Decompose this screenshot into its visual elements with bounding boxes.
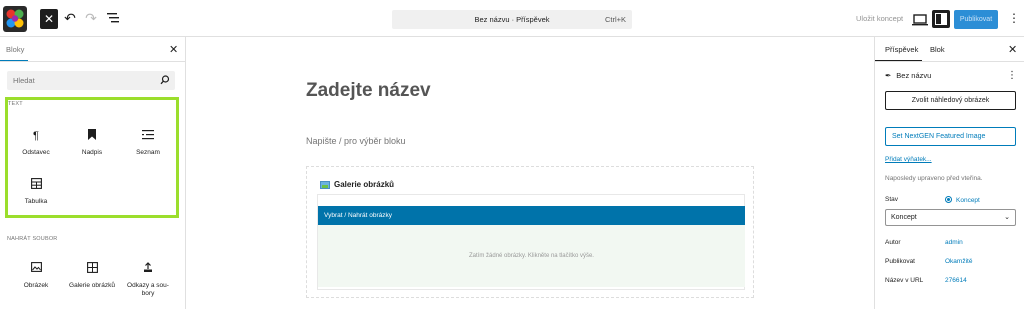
block-placeholder[interactable]: Napište / pro výběr bloku [306,136,406,146]
category-label-media: NAHRÁT SOUBOR [7,236,58,242]
paragraph-icon: ¶ [33,130,39,142]
select-upload-images-button[interactable]: Vybrat / Nahrát obrázky [318,206,745,225]
gallery-block[interactable]: Galerie obrázků Vybrat / Nahrát obrázky … [306,166,754,298]
divider [875,61,1024,62]
redo-icon[interactable]: ↷ [83,10,99,26]
block-file[interactable]: Odkazy a sou-bory [123,262,173,298]
last-edited-text: Naposledy upraveno před vteřina. [885,175,983,182]
more-options-icon[interactable]: ⋮ [1007,70,1017,81]
block-label: Seznam [136,149,160,156]
close-icon[interactable]: ✕ [1008,43,1017,56]
command-title: Bez názvu · Příspěvek [474,15,550,24]
nextgen-featured-image-button[interactable]: Set NextGEN Featured Image [885,127,1016,146]
draft-status-icon [945,196,952,203]
block-table[interactable]: Tabulka [11,178,61,206]
block-label: Nadpis [81,149,103,156]
block-label: Odkazy a sou-bory [127,282,169,297]
gallery-image-icon [320,180,330,189]
table-icon [11,178,61,192]
search-input[interactable]: Hledat [7,71,175,90]
block-image[interactable]: Obrázek [11,262,61,290]
tab-block[interactable]: Blok [930,45,945,54]
save-draft-button[interactable]: Uložit koncept [856,14,903,23]
gallery-block-title: Galerie obrázků [320,180,394,189]
block-label: Obrázek [23,282,49,289]
tab-blocks[interactable]: Bloky [6,45,24,54]
post-title-input[interactable]: Zadejte název [306,80,431,102]
slug-label: Název v URL [885,277,924,284]
top-toolbar: ✕ ↶ ↷ Bez názvu · Příspěvek Ctrl+K Uloži… [0,0,1024,37]
publish-button[interactable]: Publikovat [954,10,998,29]
block-label: Tabulka [24,198,48,205]
status-value[interactable]: Koncept [945,196,980,204]
block-heading[interactable]: Nadpis [67,129,117,157]
block-inserter-panel: Bloky ✕ Hledat TEXT ¶ Odstavec Nadpis Se… [0,37,186,309]
more-options-icon[interactable]: ⋮ [1008,11,1020,25]
block-paragraph[interactable]: ¶ Odstavec [11,129,61,157]
block-label: Odstavec [22,149,50,156]
heading-icon [67,129,117,143]
status-select[interactable]: Koncept ⌄ [885,209,1016,226]
publish-label: Publikovat [885,258,915,265]
divider [0,61,185,62]
author-label: Autor [885,239,901,246]
site-logo-icon[interactable] [3,6,27,32]
featured-image-button[interactable]: Zvolit náhledový obrázek [885,91,1016,110]
chevron-down-icon: ⌄ [1004,214,1010,221]
settings-toggle-button[interactable] [932,10,950,28]
gallery-icon [67,262,117,276]
editor-canvas: Zadejte název Napište / pro výběr bloku … [186,37,874,309]
feather-icon: ✒ [885,71,892,80]
list-icon [123,129,173,143]
undo-icon[interactable]: ↶ [62,10,78,26]
publish-date-value[interactable]: Okamžitě [945,258,972,265]
author-value[interactable]: admin [945,239,963,246]
close-inserter-button[interactable]: ✕ [40,9,58,29]
command-palette-bar[interactable]: Bez názvu · Příspěvek Ctrl+K [392,10,632,29]
block-label: Galerie obrázků [69,282,115,289]
close-icon[interactable]: ✕ [169,43,178,56]
category-label-text: TEXT [8,101,23,107]
file-upload-icon [123,262,173,276]
add-excerpt-link[interactable]: Přidat výňatek... [885,156,932,163]
command-shortcut: Ctrl+K [604,15,626,24]
document-overview-icon[interactable] [105,10,121,26]
gallery-empty-state: Zatím žádné obrázky. Klikněte na tlačítk… [318,225,745,287]
preview-device-icon[interactable] [912,12,928,28]
status-label: Stav [885,196,899,203]
tab-post[interactable]: Příspěvek [885,45,918,54]
search-icon [160,75,170,85]
block-list[interactable]: Seznam [123,129,173,157]
document-title-row: ✒ Bez názvu [885,71,932,80]
block-gallery[interactable]: Galerie obrázků [67,262,117,290]
slug-value[interactable]: 276614 [945,277,967,284]
image-icon [11,262,61,276]
settings-sidebar: Příspěvek Blok ✕ ✒ Bez názvu ⋮ Zvolit náh… [874,37,1024,309]
